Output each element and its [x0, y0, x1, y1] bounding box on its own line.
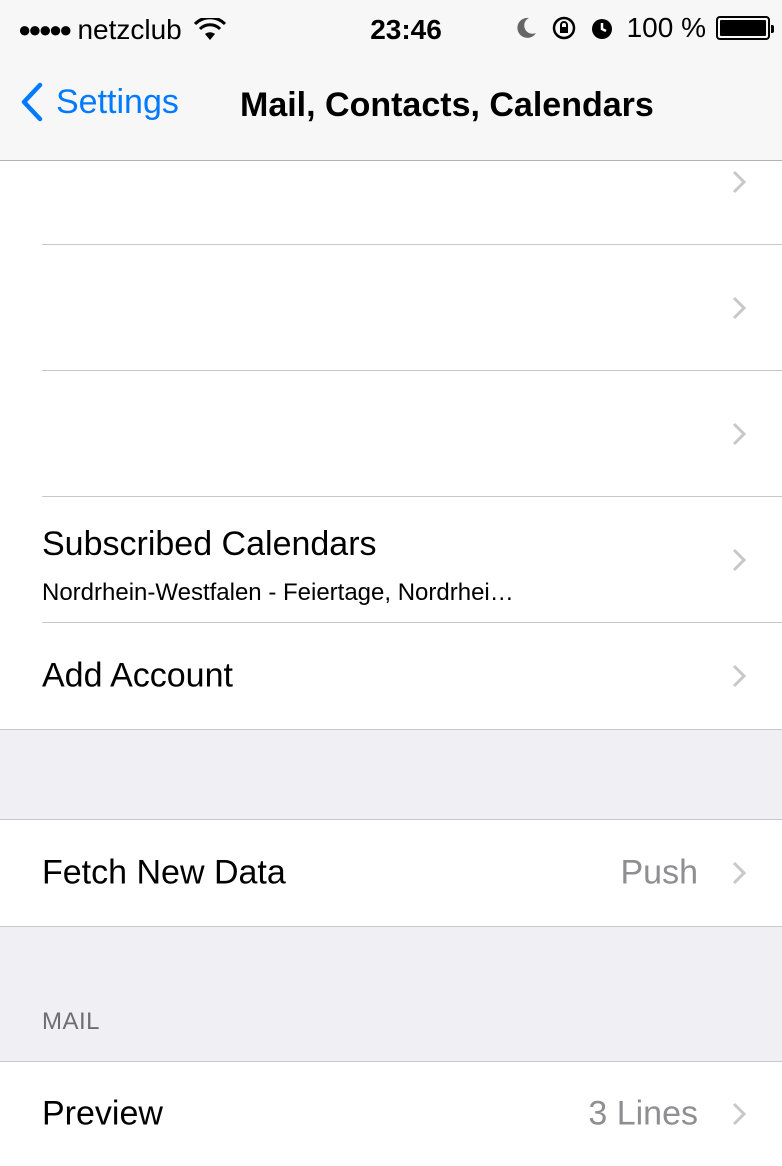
subscribed-calendars-row[interactable]: Subscribed Calendars Nordrhein-Westfalen… — [0, 497, 782, 623]
battery-icon — [716, 16, 774, 40]
preview-label: Preview — [42, 1094, 163, 1133]
preview-row[interactable]: Preview 3 Lines — [0, 1062, 782, 1166]
fetch-new-data-value: Push — [620, 853, 699, 892]
add-account-label: Add Account — [42, 656, 233, 695]
chevron-right-icon — [732, 422, 746, 446]
rotation-lock-icon — [552, 16, 575, 40]
add-account-row[interactable]: Add Account — [0, 623, 782, 729]
navigation-bar: Settings Mail, Contacts, Calendars — [0, 58, 782, 161]
account-row-2[interactable] — [0, 245, 782, 371]
back-label: Settings — [56, 82, 179, 121]
status-bar: ●●●●● netzclub 23:46 100 % — [0, 0, 782, 58]
mail-settings-group: Preview 3 Lines — [0, 1061, 782, 1166]
chevron-right-icon — [732, 548, 746, 572]
subscribed-calendars-label: Subscribed Calendars — [42, 525, 377, 563]
chevron-right-icon — [732, 1102, 746, 1126]
chevron-right-icon — [732, 296, 746, 320]
subscribed-calendars-subtitle: Nordrhein-Westfalen - Feiertage, Nordrhe… — [42, 579, 514, 606]
back-button[interactable]: Settings — [20, 82, 179, 122]
chevron-right-icon — [732, 861, 746, 885]
settings-screen: ●●●●● netzclub 23:46 100 % Settings Mail… — [0, 0, 782, 1166]
mail-section-header: MAIL — [42, 1008, 101, 1035]
preview-value: 3 Lines — [588, 1094, 698, 1133]
battery-percentage: 100 % — [626, 12, 706, 43]
fetch-new-data-label: Fetch New Data — [42, 853, 286, 892]
moon-icon — [517, 17, 536, 38]
account-row-3[interactable] — [0, 371, 782, 497]
chevron-right-icon — [732, 170, 746, 194]
chevron-right-icon — [732, 664, 746, 688]
page-title: Mail, Contacts, Calendars — [240, 86, 654, 124]
status-right: 100 % — [513, 12, 774, 44]
fetch-settings-group: Fetch New Data Push — [0, 819, 782, 927]
fetch-new-data-row[interactable]: Fetch New Data Push — [0, 820, 782, 926]
chevron-left-icon — [21, 82, 43, 122]
alarm-icon — [591, 19, 612, 39]
accounts-list: Subscribed Calendars Nordrhein-Westfalen… — [0, 118, 782, 730]
